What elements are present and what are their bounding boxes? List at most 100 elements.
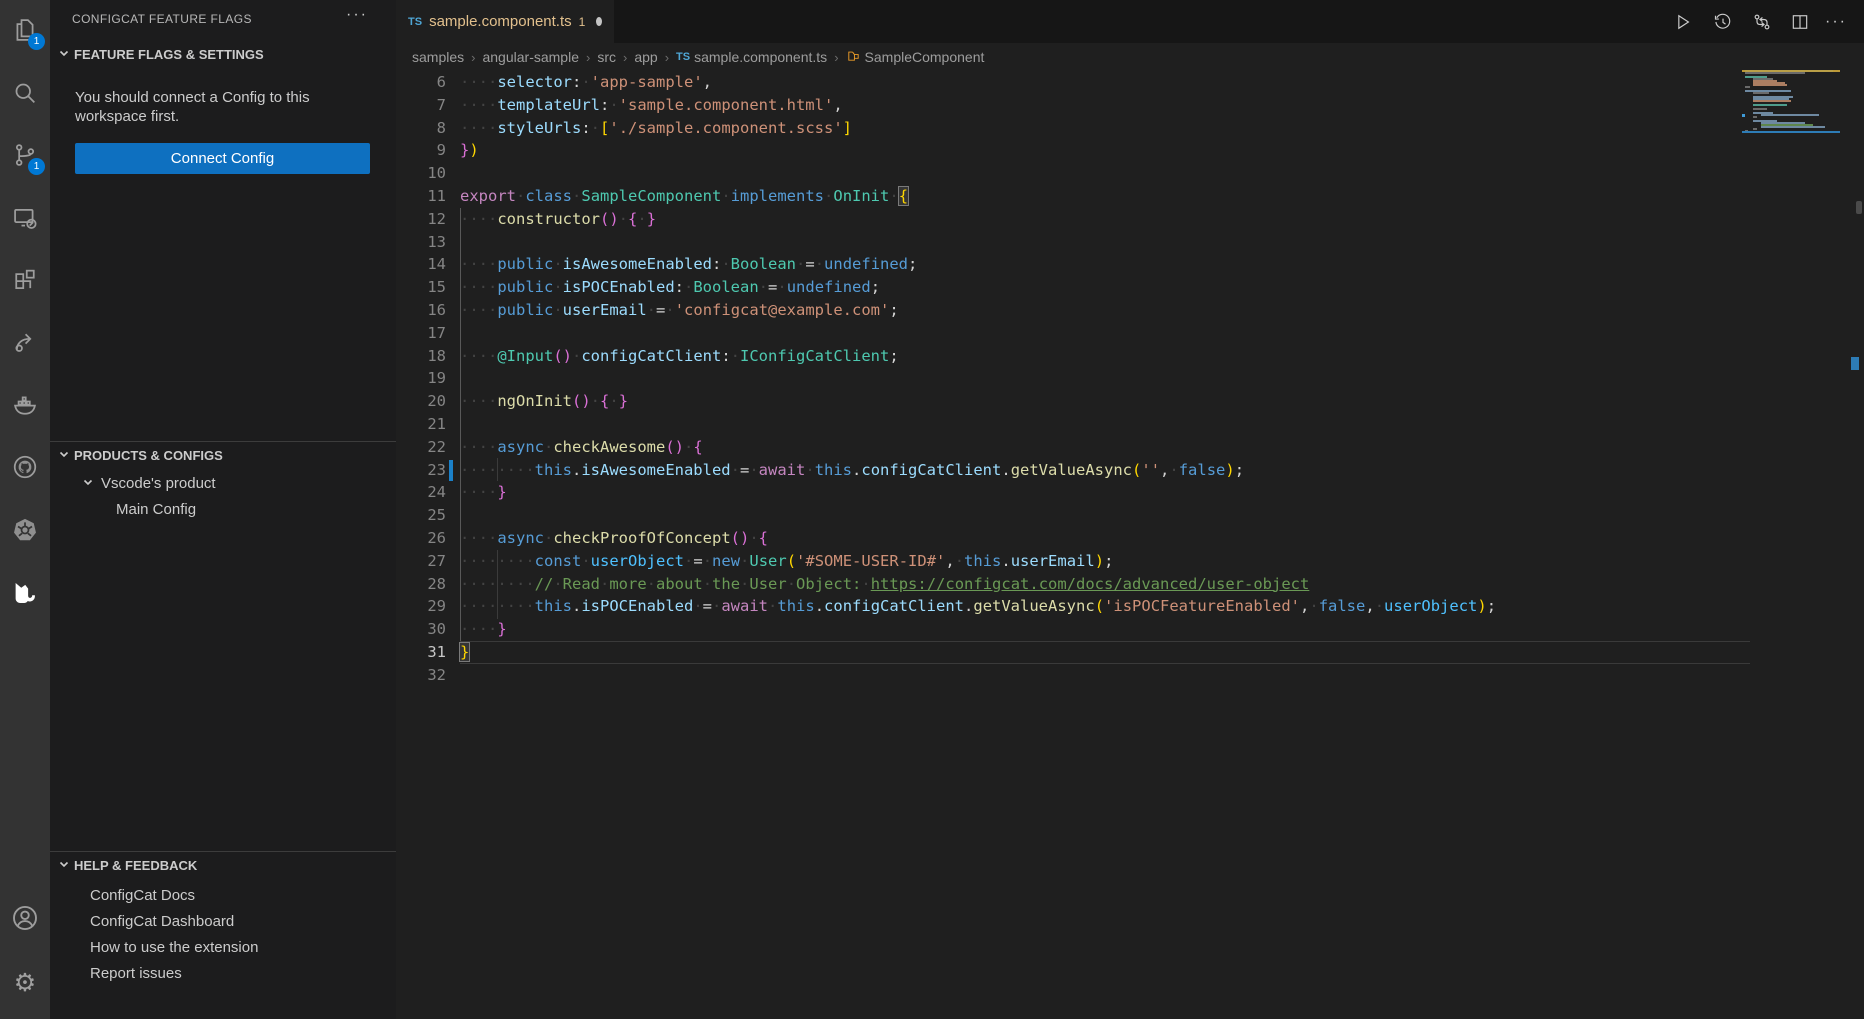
- breadcrumb: samples› angular-sample› src› app› TS sa…: [396, 43, 1864, 71]
- line-number: 27: [396, 550, 446, 573]
- line-number: 20: [396, 390, 446, 413]
- code-line[interactable]: 21: [396, 413, 1750, 436]
- connect-config-button[interactable]: Connect Config: [75, 143, 370, 174]
- tree-item-product[interactable]: Vscode's product: [82, 470, 216, 496]
- activity-bar: 1 1 ⚙: [0, 0, 50, 1019]
- line-number: 31: [396, 641, 446, 664]
- section-help-feedback[interactable]: HELP & FEEDBACK: [50, 853, 396, 877]
- sidebar-more-actions-icon[interactable]: ···: [346, 6, 368, 24]
- configcat-icon[interactable]: [9, 577, 41, 609]
- code-line[interactable]: 23········this.isAwesomeEnabled·=·await·…: [396, 459, 1750, 482]
- overview-ruler-marker: [1856, 201, 1862, 214]
- code-line[interactable]: 29········this.isPOCEnabled·=·await·this…: [396, 595, 1750, 618]
- search-icon[interactable]: [9, 77, 41, 109]
- minimap-line: [1753, 128, 1757, 130]
- breadcrumb-file[interactable]: TS sample.component.ts: [676, 49, 827, 65]
- line-number: 32: [396, 664, 446, 687]
- tree-item-main-config[interactable]: Main Config: [116, 496, 196, 522]
- settings-gear-icon[interactable]: ⚙: [9, 967, 41, 999]
- source-control-icon[interactable]: 1: [9, 139, 41, 171]
- accounts-icon[interactable]: [9, 902, 41, 934]
- remote-explorer-icon[interactable]: [9, 202, 41, 234]
- code-line[interactable]: 8····styleUrls:·['./sample.component.scs…: [396, 117, 1750, 140]
- line-number: 25: [396, 504, 446, 527]
- tab-problems-badge: 1: [579, 15, 586, 29]
- section-divider: [50, 851, 396, 852]
- code-line[interactable]: 22····async·checkAwesome()·{: [396, 436, 1750, 459]
- code-line[interactable]: 26····async·checkProofOfConcept()·{: [396, 527, 1750, 550]
- minimap[interactable]: [1742, 70, 1840, 190]
- code-line[interactable]: 7····templateUrl:·'sample.component.html…: [396, 94, 1750, 117]
- breadcrumb-item[interactable]: samples: [412, 49, 464, 65]
- minimap-line: [1753, 84, 1787, 86]
- explorer-icon[interactable]: 1: [9, 14, 41, 46]
- section-feature-flags[interactable]: FEATURE FLAGS & SETTINGS: [50, 42, 396, 66]
- code-line[interactable]: 9}): [396, 139, 1750, 162]
- overview-ruler-modified-marker: [1851, 357, 1859, 370]
- github-icon[interactable]: [9, 451, 41, 483]
- line-number: 16: [396, 299, 446, 322]
- code-line[interactable]: 24····}: [396, 481, 1750, 504]
- line-number: 30: [396, 618, 446, 641]
- code-line[interactable]: 30····}: [396, 618, 1750, 641]
- code-line[interactable]: 32: [396, 664, 1750, 687]
- code-line[interactable]: 19: [396, 367, 1750, 390]
- open-changes-icon[interactable]: [1750, 10, 1774, 34]
- breadcrumb-symbol[interactable]: SampleComponent: [846, 48, 985, 66]
- line-number: 13: [396, 231, 446, 254]
- kubernetes-icon[interactable]: [9, 514, 41, 546]
- explorer-badge: 1: [28, 33, 45, 50]
- code-line[interactable]: 18····@Input()·configCatClient:·IConfigC…: [396, 345, 1750, 368]
- code-editor[interactable]: 6····selector:·'app-sample',7····templat…: [396, 71, 1750, 1019]
- line-number: 10: [396, 162, 446, 185]
- code-line[interactable]: 15····public·isPOCEnabled:·Boolean·=·und…: [396, 276, 1750, 299]
- class-symbol-icon: [846, 48, 861, 66]
- line-number: 8: [396, 117, 446, 140]
- minimap-line: [1745, 72, 1805, 74]
- more-actions-icon[interactable]: ···: [1824, 10, 1848, 34]
- section-products-configs[interactable]: PRODUCTS & CONFIGS: [50, 443, 396, 467]
- timeline-icon[interactable]: [1711, 10, 1735, 34]
- breadcrumb-item[interactable]: src: [597, 49, 616, 65]
- minimap-line: [1753, 108, 1767, 110]
- line-number: 7: [396, 94, 446, 117]
- overview-ruler[interactable]: [1850, 0, 1864, 1019]
- code-line[interactable]: 13: [396, 231, 1750, 254]
- line-number: 28: [396, 573, 446, 596]
- help-link[interactable]: Report issues: [90, 960, 182, 986]
- breadcrumb-item[interactable]: angular-sample: [482, 49, 579, 65]
- modified-dot-icon[interactable]: [596, 17, 602, 26]
- code-line[interactable]: 12····constructor()·{·}: [396, 208, 1750, 231]
- line-number: 21: [396, 413, 446, 436]
- help-link[interactable]: ConfigCat Docs: [90, 882, 195, 908]
- docker-icon[interactable]: [9, 389, 41, 421]
- code-line[interactable]: 25: [396, 504, 1750, 527]
- section-divider: [50, 441, 396, 442]
- code-line[interactable]: 27········const·userObject·=·new·User('#…: [396, 550, 1750, 573]
- run-icon[interactable]: [1671, 10, 1695, 34]
- typescript-file-icon: TS: [676, 51, 690, 63]
- code-line[interactable]: 11export·class·SampleComponent·implement…: [396, 185, 1750, 208]
- git-modified-marker: [449, 460, 453, 481]
- code-line[interactable]: 10: [396, 162, 1750, 185]
- share-icon[interactable]: [9, 327, 41, 359]
- code-line[interactable]: 14····public·isAwesomeEnabled:·Boolean·=…: [396, 253, 1750, 276]
- extensions-icon[interactable]: [9, 264, 41, 296]
- breadcrumb-item[interactable]: app: [634, 49, 657, 65]
- sidebar-configcat: CONFIGCAT FEATURE FLAGS ··· FEATURE FLAG…: [50, 0, 396, 1019]
- code-line[interactable]: 16····public·userEmail·=·'configcat@exam…: [396, 299, 1750, 322]
- tab-bar: TS sample.component.ts 1 ···: [396, 0, 1864, 43]
- code-line[interactable]: 20····ngOnInit()·{·}: [396, 390, 1750, 413]
- help-link[interactable]: ConfigCat Dashboard: [90, 908, 234, 934]
- help-link[interactable]: How to use the extension: [90, 934, 258, 960]
- code-line[interactable]: 31}: [396, 641, 1750, 664]
- code-line[interactable]: 28········//·Read·more·about·the·User·Ob…: [396, 573, 1750, 596]
- line-number: 22: [396, 436, 446, 459]
- split-editor-icon[interactable]: [1788, 10, 1812, 34]
- tab-sample-component[interactable]: TS sample.component.ts 1: [396, 0, 614, 43]
- code-line[interactable]: 6····selector:·'app-sample',: [396, 71, 1750, 94]
- code-line[interactable]: 17: [396, 322, 1750, 345]
- comment-link[interactable]: https://configcat.com/docs/advanced/user…: [871, 575, 1310, 593]
- minimap-line: [1753, 116, 1757, 118]
- line-number: 18: [396, 345, 446, 368]
